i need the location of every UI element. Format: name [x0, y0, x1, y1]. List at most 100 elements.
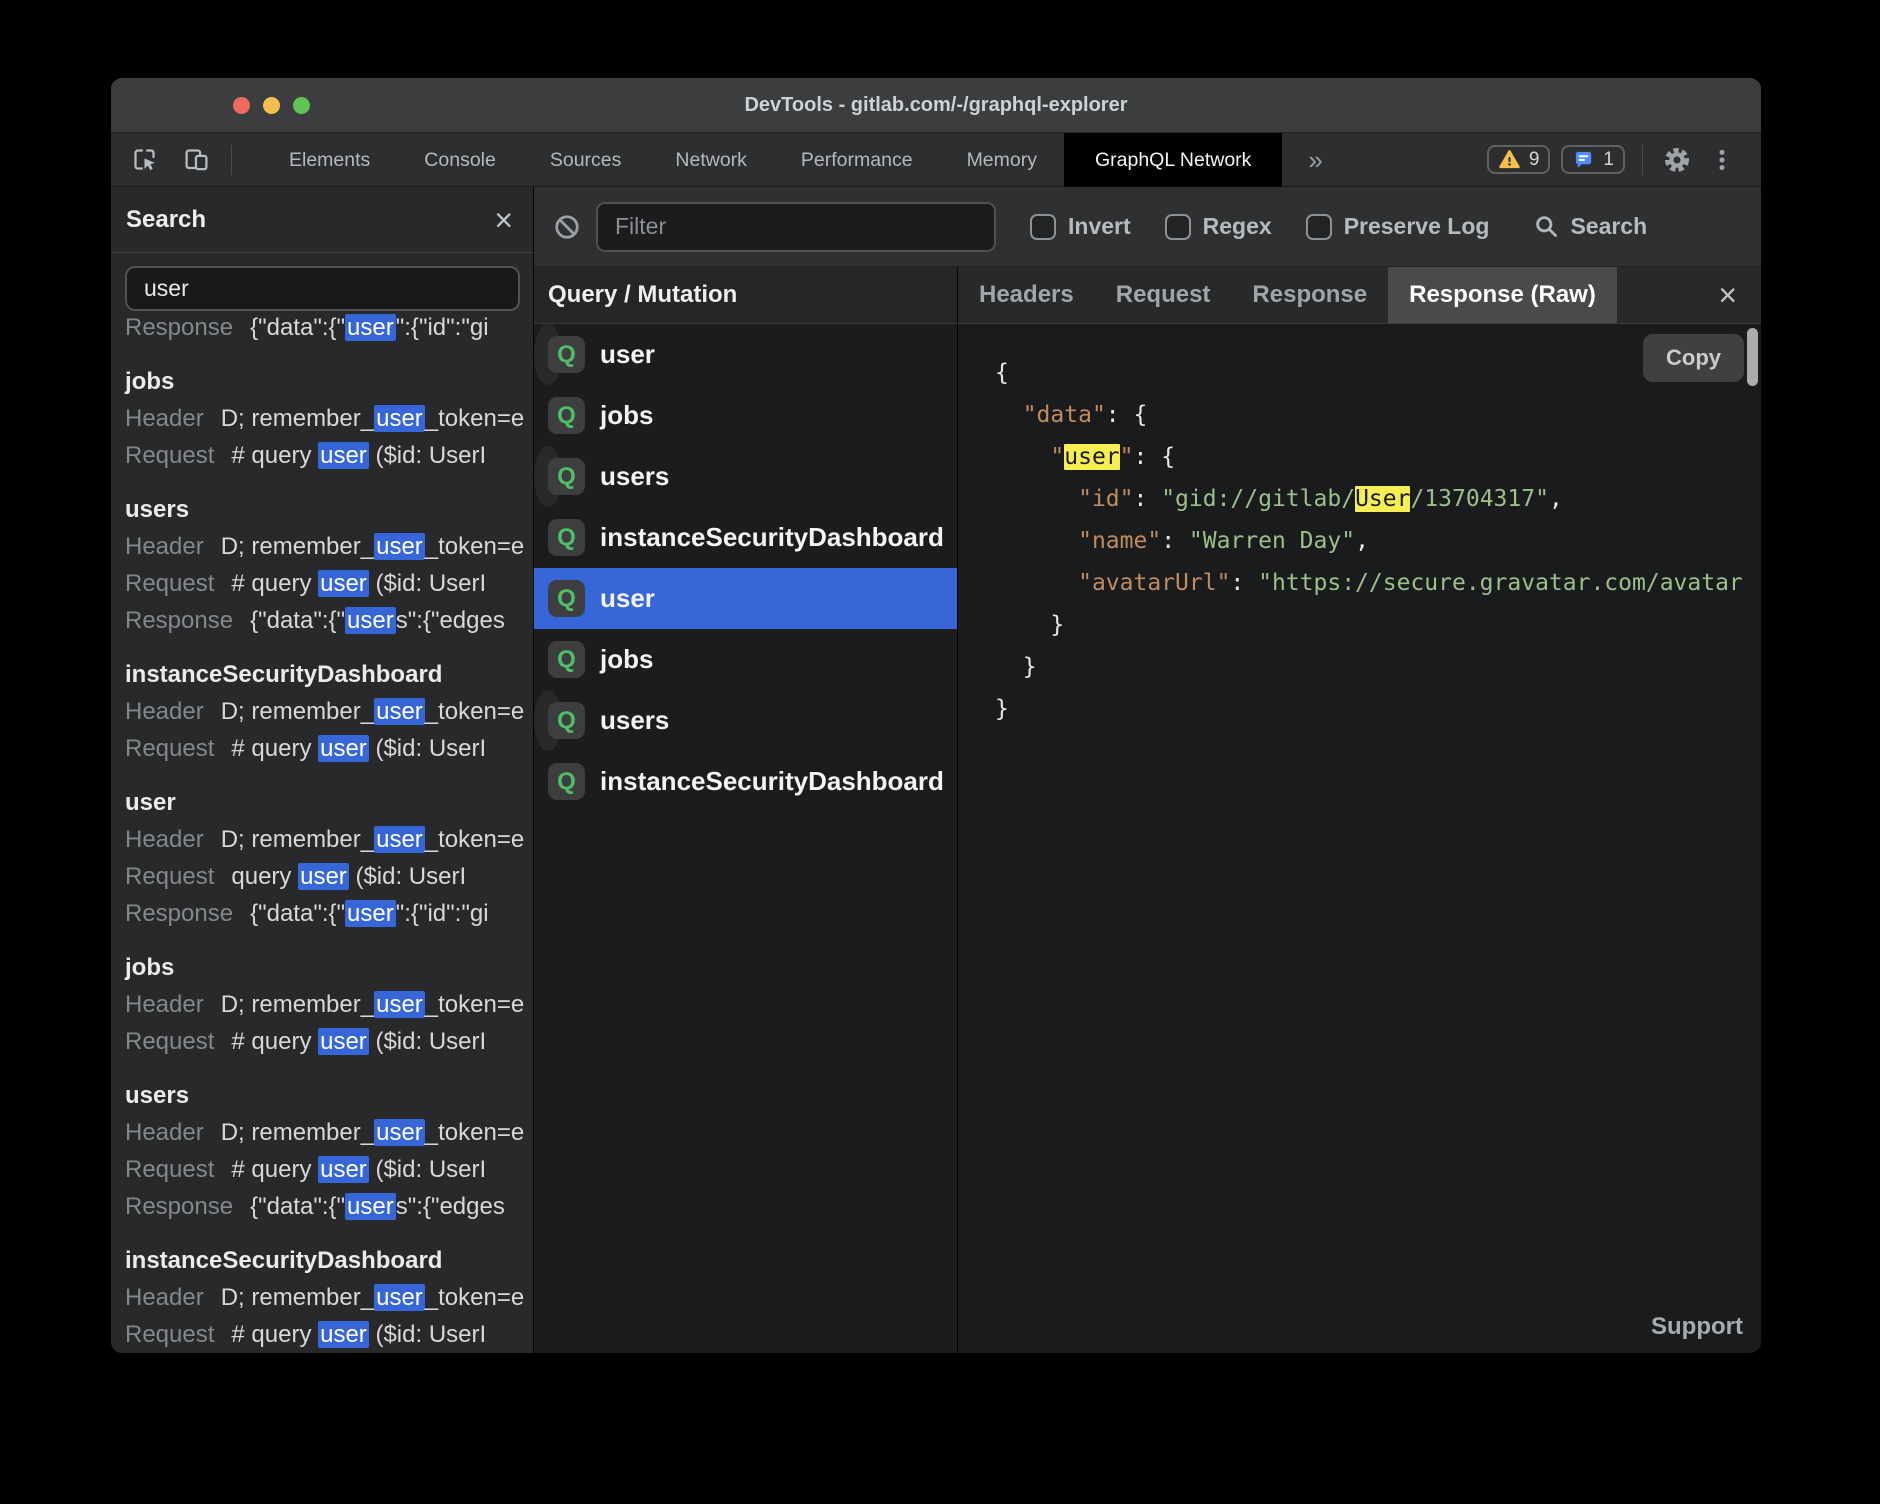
- devtools-tab-sources[interactable]: Sources: [523, 133, 649, 187]
- search-result-row[interactable]: HeaderD; remember_user_token=e: [125, 1283, 533, 1313]
- search-result-row[interactable]: HeaderD; remember_user_token=e: [125, 1118, 533, 1148]
- search-result-row[interactable]: Response{"data":{"user":{"id":"gi: [125, 899, 533, 929]
- search-result-row[interactable]: HeaderD; remember_user_token=e: [125, 532, 533, 562]
- search-result-group-title[interactable]: instanceSecurityDashboard: [125, 660, 533, 690]
- text-segment: _token=e: [425, 405, 524, 432]
- response-tab-request[interactable]: Request: [1095, 267, 1232, 323]
- text-segment: }: [995, 696, 1009, 722]
- search-result-group-title[interactable]: instanceSecurityDashboard: [125, 1246, 533, 1276]
- search-icon: [1533, 213, 1560, 240]
- query-item-user[interactable]: Quser: [534, 324, 562, 385]
- search-result-row[interactable]: Request# query user ($id: UserI: [125, 1320, 533, 1350]
- devtools-tab-performance[interactable]: Performance: [774, 133, 940, 187]
- checkbox-preserve-log[interactable]: Preserve Log: [1306, 213, 1490, 240]
- search-result-row[interactable]: HeaderD; remember_user_token=e: [125, 404, 533, 434]
- text-segment: _token=e: [425, 1119, 524, 1146]
- warning-icon: [1498, 148, 1521, 171]
- search-result-row[interactable]: HeaderD; remember_user_token=e: [125, 825, 533, 855]
- search-result-group-title[interactable]: jobs: [125, 367, 533, 397]
- close-window-button[interactable]: [233, 97, 250, 114]
- device-toolbar-icon[interactable]: [179, 143, 213, 177]
- result-text: D; remember_user_token=e: [221, 697, 524, 727]
- devtools-tab-memory[interactable]: Memory: [940, 133, 1064, 187]
- devtools-tabs: ElementsConsoleSourcesNetworkPerformance…: [262, 133, 1282, 187]
- filter-search-toggle[interactable]: Search: [1533, 213, 1647, 240]
- devtools-tab-graphql-network[interactable]: GraphQL Network: [1064, 133, 1282, 187]
- devtools-tab-network[interactable]: Network: [648, 133, 774, 187]
- text-segment: }: [995, 654, 1037, 680]
- json-line: "data": {: [995, 394, 1743, 436]
- filter-input[interactable]: [596, 202, 996, 252]
- query-list: QuserQjobsQusersQinstanceSecurityDashboa…: [534, 324, 957, 1353]
- devtools-tab-elements[interactable]: Elements: [262, 133, 397, 187]
- text-segment: [995, 402, 1023, 428]
- query-item-users[interactable]: Qusers: [534, 446, 562, 507]
- query-item-label: users: [600, 705, 669, 736]
- query-item-jobs[interactable]: Qjobs: [534, 385, 957, 446]
- checkbox-regex[interactable]: Regex: [1165, 213, 1272, 240]
- minimize-window-button[interactable]: [263, 97, 280, 114]
- copy-button[interactable]: Copy: [1643, 334, 1744, 382]
- query-type-badge: Q: [548, 458, 585, 495]
- issues-badge[interactable]: 1: [1561, 145, 1625, 174]
- main-area: Search × Response{"data":{"user":{"id":"…: [111, 187, 1761, 1353]
- more-tabs-button[interactable]: »: [1296, 133, 1334, 187]
- text-segment: "name": [1078, 528, 1161, 554]
- query-item-label: user: [600, 339, 655, 370]
- query-item-users[interactable]: Qusers: [534, 690, 562, 751]
- search-result-row[interactable]: Request# query user ($id: UserI: [125, 1155, 533, 1185]
- clear-log-icon[interactable]: [553, 213, 581, 241]
- result-kind-label: Header: [125, 990, 204, 1020]
- text-segment: "https://secure.gravatar.com/avatar: [1258, 570, 1743, 596]
- support-link[interactable]: Support: [1651, 1313, 1743, 1341]
- text-segment: ":{"id":"gi: [396, 900, 489, 927]
- response-tab-response[interactable]: Response: [1231, 267, 1388, 323]
- json-line: "id": "gid://gitlab/User/13704317",: [995, 478, 1743, 520]
- response-close-icon[interactable]: ×: [1718, 279, 1737, 311]
- result-kind-label: Request: [125, 441, 214, 471]
- settings-gear-icon[interactable]: [1660, 143, 1694, 177]
- result-kind-label: Request: [125, 1027, 214, 1057]
- search-result-row[interactable]: Request# query user ($id: UserI: [125, 1027, 533, 1057]
- result-text: {"data":{"user":{"id":"gi: [250, 899, 488, 929]
- match-highlight: user: [318, 1156, 369, 1183]
- search-result-group-title[interactable]: jobs: [125, 953, 533, 983]
- search-result-group-title[interactable]: user: [125, 788, 533, 818]
- checkbox-label: Regex: [1203, 213, 1272, 240]
- search-close-icon[interactable]: ×: [494, 204, 513, 236]
- search-result-row[interactable]: Request# query user ($id: UserI: [125, 441, 533, 471]
- search-result-row[interactable]: HeaderD; remember_user_token=e: [125, 990, 533, 1020]
- search-result-group-title[interactable]: users: [125, 495, 533, 525]
- query-item-instancesecuritydashboard[interactable]: QinstanceSecurityDashboard: [534, 751, 957, 812]
- text-segment: [995, 486, 1078, 512]
- query-item-label: users: [600, 461, 669, 492]
- warnings-badge[interactable]: 9: [1487, 145, 1551, 174]
- search-result-group-title[interactable]: users: [125, 1081, 533, 1111]
- query-item-user[interactable]: Quser: [534, 568, 957, 629]
- search-input[interactable]: [125, 266, 520, 311]
- response-body: { "data": { "user": { "id": "gid://gitla…: [958, 324, 1761, 1353]
- response-close-wrap: ×: [1718, 267, 1761, 323]
- zoom-window-button[interactable]: [293, 97, 310, 114]
- kebab-menu-icon[interactable]: [1705, 143, 1739, 177]
- search-result-row[interactable]: Request# query user ($id: UserI: [125, 734, 533, 764]
- toolbar-right-group: 9 1: [1487, 143, 1761, 177]
- query-item-jobs[interactable]: Qjobs: [534, 629, 957, 690]
- response-tab-headers[interactable]: Headers: [958, 267, 1095, 323]
- response-scrollbar-thumb[interactable]: [1747, 328, 1758, 386]
- search-result-row[interactable]: Response{"data":{"user":{"id":"gi: [125, 313, 533, 343]
- search-result-row[interactable]: Requestquery user ($id: UserI: [125, 862, 533, 892]
- search-result-row[interactable]: HeaderD; remember_user_token=e: [125, 697, 533, 727]
- search-result-row[interactable]: Response{"data":{"users":{"edges: [125, 1192, 533, 1222]
- result-kind-label: Header: [125, 825, 204, 855]
- search-result-row[interactable]: Response{"data":{"users":{"edges: [125, 606, 533, 636]
- search-result-row[interactable]: Request# query user ($id: UserI: [125, 569, 533, 599]
- devtools-tab-console[interactable]: Console: [397, 133, 523, 187]
- checkbox-invert[interactable]: Invert: [1030, 213, 1131, 240]
- json-line: }: [995, 604, 1743, 646]
- text-segment: "gid://gitlab/: [1161, 486, 1355, 512]
- query-item-instancesecuritydashboard[interactable]: QinstanceSecurityDashboard: [534, 507, 957, 568]
- query-type-badge: Q: [548, 702, 585, 739]
- inspect-element-icon[interactable]: [127, 143, 161, 177]
- response-tab-response-raw[interactable]: Response (Raw): [1388, 267, 1617, 323]
